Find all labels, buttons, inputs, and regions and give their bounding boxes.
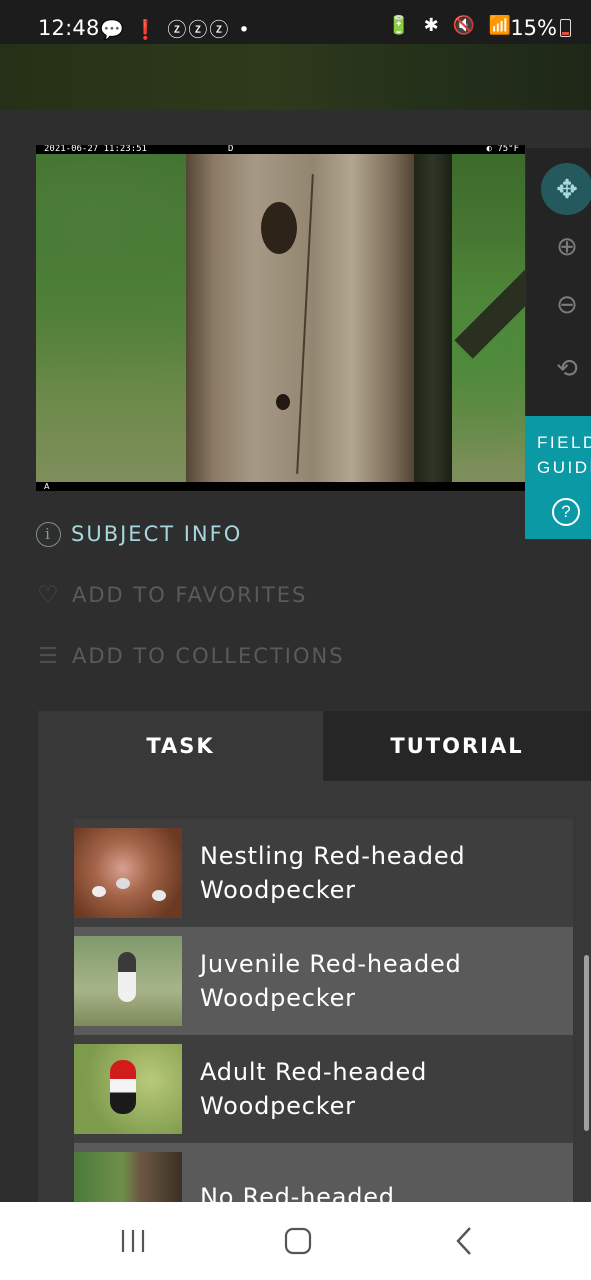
header-band bbox=[0, 44, 591, 110]
zoom-out-icon[interactable]: ⊖ bbox=[541, 278, 591, 330]
fence-post bbox=[414, 154, 452, 482]
subject-info-label: SUBJECT INFO bbox=[71, 522, 243, 546]
field-guide-label: FIELD GUIDE bbox=[537, 433, 591, 477]
collections-label: ADD TO COLLECTIONS bbox=[72, 644, 345, 668]
system-icons: 🔋 ✱ 🔇 📶 bbox=[387, 15, 515, 36]
field-guide-button[interactable]: FIELD GUIDE ? bbox=[525, 416, 591, 539]
help-icon: ? bbox=[552, 498, 580, 526]
battery-percent: 15% bbox=[510, 16, 557, 40]
image-toolbar: ✥ ⊕ ⊖ ⟲ bbox=[526, 148, 591, 418]
notification-icons: 💬 ❗ ⓩⓩⓩ • bbox=[100, 19, 252, 41]
favorites-label: ADD TO FAVORITES bbox=[72, 583, 308, 607]
tab-tutorial[interactable]: TUTORIAL bbox=[323, 711, 591, 781]
choice-thumbnail bbox=[74, 936, 182, 1026]
choice-nestling[interactable]: Nestling Red-headed Woodpecker bbox=[74, 819, 573, 927]
battery-indicator: 15% bbox=[510, 16, 571, 40]
camera-timestamp: 2021-06-27 11:23:51 bbox=[44, 145, 147, 154]
android-nav-bar bbox=[0, 1202, 591, 1280]
choice-adult[interactable]: Adult Red-headed Woodpecker bbox=[74, 1035, 573, 1143]
choice-label: Juvenile Red-headed Woodpecker bbox=[200, 950, 462, 1012]
photo-scene bbox=[36, 154, 525, 482]
home-icon[interactable] bbox=[248, 1202, 348, 1280]
tab-task[interactable]: TASK bbox=[38, 711, 323, 781]
zoom-in-icon[interactable]: ⊕ bbox=[541, 220, 591, 272]
choice-label: Adult Red-headed Woodpecker bbox=[200, 1058, 428, 1120]
choice-juvenile[interactable]: Juvenile Red-headed Woodpecker bbox=[74, 927, 573, 1035]
recent-apps-glyph bbox=[121, 1230, 145, 1252]
home-glyph bbox=[284, 1227, 312, 1255]
back-icon[interactable] bbox=[414, 1202, 514, 1280]
fence-brace bbox=[454, 255, 525, 359]
recent-apps-icon[interactable] bbox=[83, 1202, 183, 1280]
list-icon: ☰ bbox=[38, 643, 60, 669]
back-glyph bbox=[456, 1227, 471, 1255]
subject-image[interactable]: 2021-06-27 11:23:51 D ◐ 75°F A bbox=[36, 145, 525, 491]
camera-temperature: ◐ 75°F bbox=[486, 145, 519, 154]
add-to-collections-button[interactable]: ☰ ADD TO COLLECTIONS bbox=[36, 641, 345, 671]
add-to-favorites-button[interactable]: ♡ ADD TO FAVORITES bbox=[36, 580, 307, 610]
camera-stamp: 2021-06-27 11:23:51 D ◐ 75°F bbox=[36, 145, 525, 154]
choice-thumbnail bbox=[74, 1044, 182, 1134]
rotate-icon[interactable]: ⟲ bbox=[541, 342, 591, 394]
move-icon[interactable]: ✥ bbox=[541, 163, 591, 215]
battery-icon bbox=[560, 19, 571, 37]
knot-hole bbox=[276, 394, 290, 410]
scrollbar-thumb[interactable] bbox=[584, 955, 589, 1131]
info-icon: i bbox=[36, 521, 61, 547]
answer-choices: Nestling Red-headed Woodpecker Juvenile … bbox=[74, 819, 573, 1251]
status-time: 12:48 bbox=[38, 16, 100, 40]
camera-footer-code: A bbox=[44, 482, 50, 491]
tree-trunk bbox=[186, 154, 416, 482]
subject-info-link[interactable]: i SUBJECT INFO bbox=[36, 519, 242, 549]
task-panel: TASK TUTORIAL Nestling Red-headed Woodpe… bbox=[38, 711, 591, 1251]
cavity-hole bbox=[261, 202, 297, 254]
choice-label: Nestling Red-headed Woodpecker bbox=[200, 842, 466, 904]
heart-icon: ♡ bbox=[37, 581, 61, 609]
camera-footer: A bbox=[36, 482, 525, 491]
status-bar: 12:48 💬 ❗ ⓩⓩⓩ • 🔋 ✱ 🔇 📶 15% bbox=[0, 0, 591, 44]
camera-code: D bbox=[228, 145, 234, 154]
choice-thumbnail bbox=[74, 828, 182, 918]
